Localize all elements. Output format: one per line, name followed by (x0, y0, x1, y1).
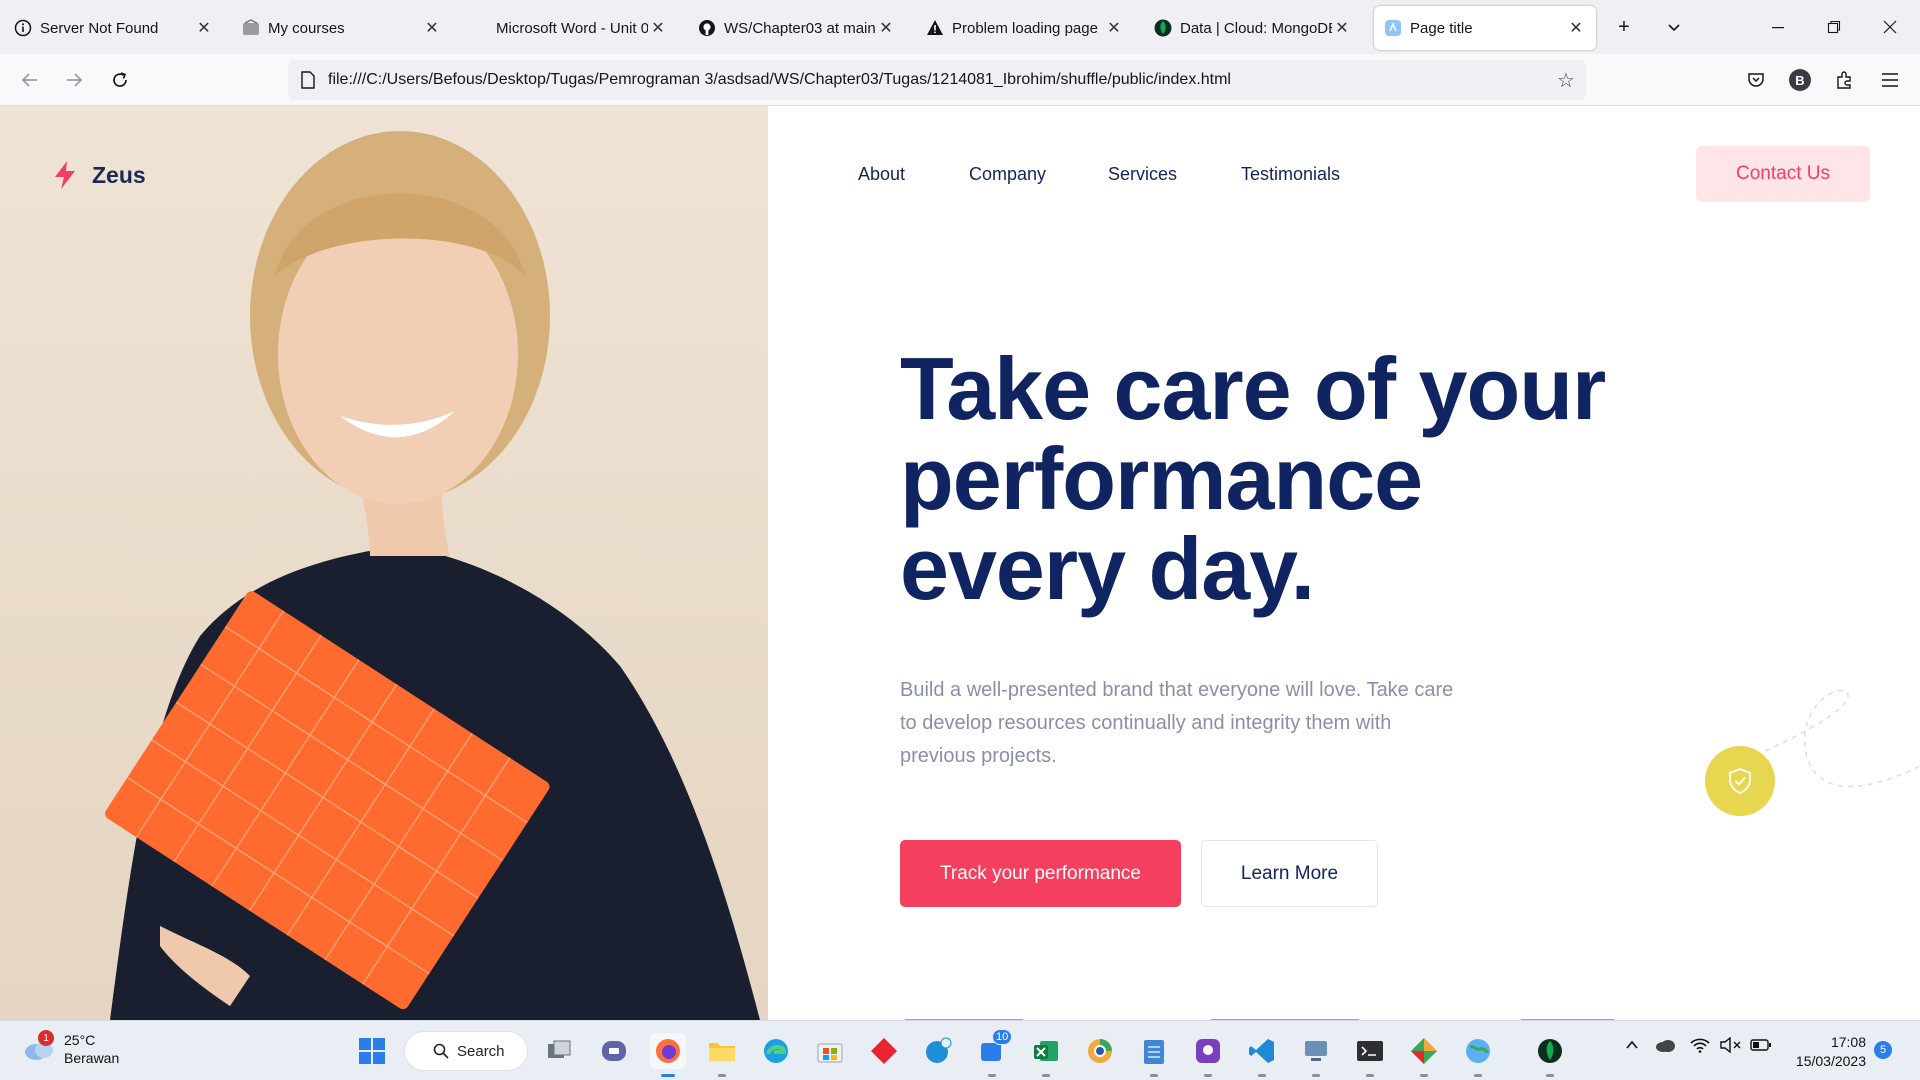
bookmark-star-icon[interactable]: ☆ (1546, 68, 1586, 93)
nav-link-services[interactable]: Services (1108, 164, 1177, 185)
shield-check-icon (1729, 768, 1751, 794)
address-bar[interactable]: file:///C:/Users/Befous/Desktop/Tugas/Pe… (288, 60, 1586, 100)
contact-us-button[interactable]: Contact Us (1696, 146, 1870, 202)
edge-browser-icon[interactable] (758, 1033, 794, 1069)
close-icon[interactable]: ✕ (1104, 18, 1124, 38)
extensions-puzzle-icon[interactable] (1828, 64, 1860, 96)
hero-subtext: Build a well-presented brand that everyo… (900, 679, 1454, 767)
learn-more-button[interactable]: Learn More (1201, 840, 1378, 907)
tab-server-not-found[interactable]: Server Not Found ✕ (4, 6, 224, 50)
file-page-icon (288, 71, 328, 89)
page-icon (1384, 19, 1402, 37)
tab-page-title[interactable]: Page title ✕ (1374, 6, 1596, 50)
close-icon[interactable]: ✕ (194, 18, 214, 38)
microsoft-store-icon[interactable] (812, 1033, 848, 1069)
tab-github[interactable]: WS/Chapter03 at main ✕ (688, 6, 906, 50)
pocket-icon[interactable] (1740, 64, 1772, 96)
forward-arrow-icon[interactable] (58, 64, 90, 96)
hero-illustration (105, 131, 760, 1020)
lightning-bolt-icon (55, 161, 75, 189)
document-icon (470, 19, 488, 37)
minimize-icon[interactable] (1764, 13, 1792, 41)
dashed-curve-decoration (1764, 689, 1920, 788)
web-page: Zeus About Company Services Testimonials… (0, 106, 1920, 1020)
account-avatar[interactable]: B (1784, 64, 1816, 96)
battery-icon[interactable] (1750, 1037, 1772, 1058)
info-icon (14, 19, 32, 37)
teams-work-icon[interactable]: 10 (974, 1029, 1013, 1077)
url-text[interactable]: file:///C:/Users/Befous/Desktop/Tugas/Pe… (328, 71, 1546, 89)
task-view-icon[interactable] (542, 1033, 578, 1069)
chrome-canary-icon[interactable] (1082, 1033, 1118, 1069)
moodle-icon (242, 19, 260, 37)
close-icon[interactable]: ✕ (422, 18, 442, 38)
mongodb-leaf-icon (1154, 19, 1172, 37)
notepad-icon[interactable] (1136, 1033, 1172, 1077)
nav-link-about[interactable]: About (858, 164, 905, 185)
windows-start-icon[interactable] (354, 1033, 390, 1069)
nav-link-testimonials[interactable]: Testimonials (1241, 164, 1340, 185)
track-performance-button[interactable]: Track your performance (900, 840, 1181, 907)
excel-icon[interactable] (1028, 1033, 1064, 1077)
terminal-icon[interactable] (1352, 1033, 1388, 1077)
reload-icon[interactable] (104, 64, 136, 96)
partner-logos-strip (900, 1012, 1620, 1020)
taskbar-search[interactable]: Search (404, 1031, 528, 1071)
teams-chat-icon[interactable] (596, 1033, 632, 1069)
onedrive-cloud-icon[interactable] (1654, 1037, 1676, 1058)
support-assist-icon[interactable] (920, 1033, 956, 1069)
app-globe-icon[interactable] (1460, 1033, 1496, 1077)
close-icon[interactable]: ✕ (1566, 18, 1586, 38)
teams-notification-badge: 10 (992, 1029, 1013, 1045)
close-window-icon[interactable] (1876, 13, 1904, 41)
new-tab-icon[interactable]: + (1610, 13, 1638, 41)
close-icon[interactable]: ✕ (876, 18, 896, 38)
vscode-icon[interactable] (1244, 1033, 1280, 1077)
tray-chevron-up-icon[interactable] (1624, 1037, 1640, 1058)
windows-taskbar: 1 25°C Berawan Search 10 17:08 15/03/202… (0, 1020, 1920, 1080)
hero-photo-woman-with-folder: Zeus (0, 106, 768, 1020)
shield-check-badge (1705, 746, 1775, 816)
file-explorer-icon[interactable] (704, 1033, 740, 1077)
back-arrow-icon[interactable] (14, 64, 46, 96)
wifi-icon[interactable] (1690, 1037, 1710, 1058)
close-icon[interactable]: ✕ (1332, 18, 1352, 38)
brand-logo[interactable]: Zeus (52, 160, 146, 190)
github-desktop-icon[interactable] (1190, 1033, 1226, 1077)
weather-widget[interactable]: 1 25°C Berawan (22, 1030, 119, 1067)
firefox-icon[interactable] (650, 1033, 686, 1077)
cloud-icon: 1 (22, 1030, 56, 1062)
browser-tab-bar: Server Not Found ✕ My courses ✕ Microsof… (0, 0, 1920, 54)
tab-list-chevron-down-icon[interactable] (1660, 13, 1688, 41)
tab-my-courses[interactable]: My courses ✕ (232, 6, 452, 50)
search-icon (433, 1043, 449, 1059)
restore-icon[interactable] (1820, 13, 1848, 41)
hero-headline: Take care of your performance every day. (900, 339, 1606, 618)
menu-hamburger-icon[interactable] (1874, 64, 1906, 96)
speaker-muted-icon[interactable] (1720, 1036, 1742, 1058)
notification-center-badge[interactable]: 5 (1874, 1041, 1892, 1059)
weather-alert-badge: 1 (38, 1030, 54, 1046)
tab-microsoft-word[interactable]: Microsoft Word - Unit 0.doc ✕ (460, 6, 678, 50)
tab-problem-loading[interactable]: Problem loading page ✕ (916, 6, 1134, 50)
kite-app-icon[interactable] (1406, 1033, 1442, 1077)
close-icon[interactable]: ✕ (648, 18, 668, 38)
remote-desktop-icon[interactable] (1298, 1033, 1334, 1077)
system-clock[interactable]: 17:08 15/03/2023 (1790, 1033, 1866, 1071)
nav-link-company[interactable]: Company (969, 164, 1046, 185)
git-diamond-icon[interactable] (866, 1033, 902, 1069)
brand-name: Zeus (92, 161, 146, 188)
warning-icon (926, 19, 944, 37)
browser-nav-bar: file:///C:/Users/Befous/Desktop/Tugas/Pe… (0, 54, 1920, 106)
mongodb-compass-icon[interactable] (1532, 1033, 1568, 1077)
tab-mongodb[interactable]: Data | Cloud: MongoDB ✕ (1144, 6, 1362, 50)
github-icon (698, 19, 716, 37)
